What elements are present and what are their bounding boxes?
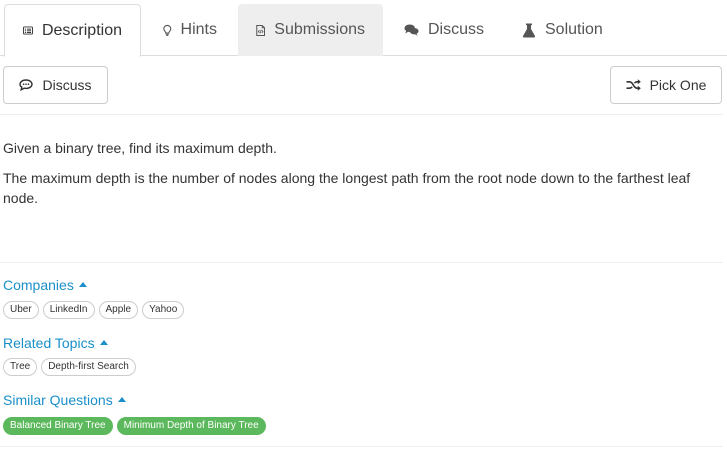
- related-topics-title: Related Topics: [3, 335, 95, 351]
- caret-up-icon: [78, 282, 87, 287]
- caret-up-icon: [99, 340, 108, 345]
- comments-icon: [404, 24, 419, 36]
- divider: [0, 446, 723, 447]
- companies-toggle[interactable]: Companies: [3, 277, 87, 293]
- comment-icon: [19, 79, 34, 91]
- related-topics-tags: Tree Depth-first Search: [3, 358, 136, 376]
- problem-description: Given a binary tree, find its maximum de…: [3, 138, 718, 218]
- pick-one-button-label: Pick One: [649, 77, 707, 93]
- similar-question-tag[interactable]: Balanced Binary Tree: [3, 417, 113, 435]
- tab-discuss[interactable]: Discuss: [386, 4, 502, 56]
- tab-description[interactable]: Description: [4, 4, 141, 57]
- topic-tag[interactable]: Depth-first Search: [41, 358, 136, 376]
- divider: [0, 262, 723, 263]
- divider: [0, 114, 723, 115]
- description-paragraph: Given a binary tree, find its maximum de…: [3, 140, 277, 156]
- tab-label: Solution: [545, 21, 603, 38]
- description-paragraph: The maximum depth is the number of nodes…: [3, 170, 691, 206]
- related-topics-toggle[interactable]: Related Topics: [3, 335, 108, 351]
- tab-submissions[interactable]: Submissions: [238, 4, 383, 56]
- pick-one-button[interactable]: Pick One: [610, 66, 722, 104]
- tab-hints[interactable]: Hints: [145, 4, 235, 56]
- tab-label: Description: [41, 21, 122, 39]
- tab-label: Submissions: [274, 21, 365, 38]
- discuss-button-label: Discuss: [42, 77, 92, 93]
- tab-label: Hints: [180, 21, 217, 38]
- similar-question-tag[interactable]: Minimum Depth of Binary Tree: [116, 417, 266, 435]
- similar-questions-tags: Balanced Binary Tree Minimum Depth of Bi…: [3, 417, 266, 435]
- company-tag[interactable]: Apple: [98, 301, 139, 319]
- companies-tags: Uber LinkedIn Apple Yahoo: [3, 301, 185, 319]
- similar-questions-title: Similar Questions: [3, 392, 113, 408]
- tab-solution[interactable]: Solution: [504, 4, 622, 56]
- problem-tabs: Description Hints Submissions Discuss So…: [0, 0, 727, 57]
- company-tag[interactable]: Uber: [3, 301, 39, 319]
- topic-tag[interactable]: Tree: [3, 358, 38, 376]
- lightbulb-icon: [163, 24, 172, 36]
- description-icon: [23, 26, 33, 35]
- tab-label: Discuss: [427, 21, 484, 38]
- shuffle-icon: [626, 79, 641, 91]
- flask-icon: [522, 23, 536, 37]
- company-tag[interactable]: LinkedIn: [42, 301, 95, 319]
- code-file-icon: [256, 24, 266, 36]
- companies-title: Companies: [3, 277, 74, 293]
- caret-up-icon: [117, 397, 126, 402]
- similar-questions-toggle[interactable]: Similar Questions: [3, 392, 126, 408]
- company-tag[interactable]: Yahoo: [142, 301, 185, 319]
- discuss-button[interactable]: Discuss: [3, 66, 108, 104]
